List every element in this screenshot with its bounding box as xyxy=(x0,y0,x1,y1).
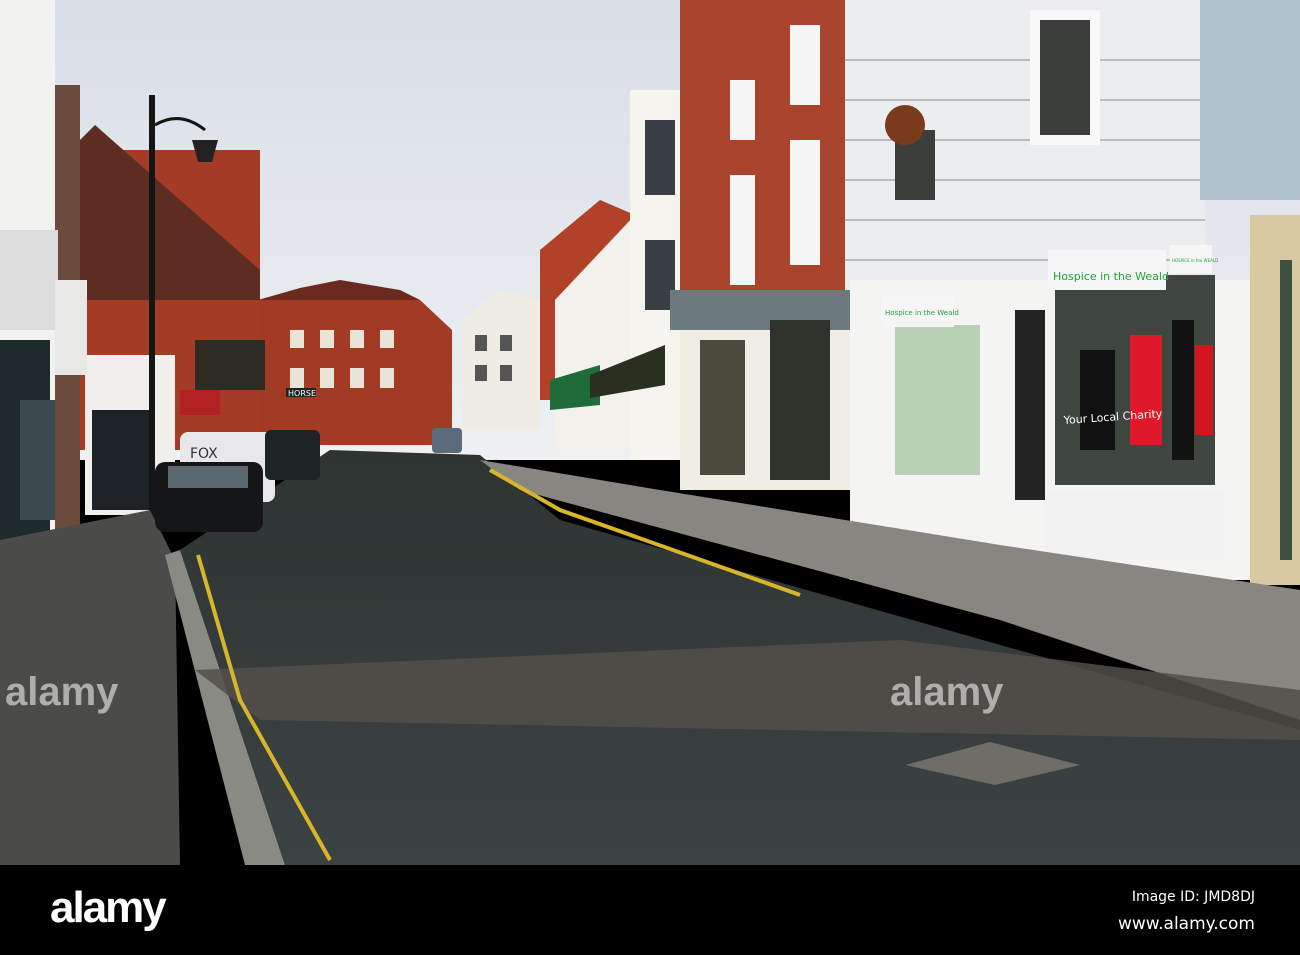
footer-bar: alamy Image ID: JMD8DJ www.alamy.com xyxy=(0,865,1300,955)
distant-pub-building: HORSE xyxy=(258,280,452,445)
street-photo: HORSE Hospice in the Weald HOSPICE in th… xyxy=(0,0,1300,865)
shop-sign-large: Hospice in the Weald xyxy=(1053,270,1169,283)
watermark: alamy xyxy=(5,670,119,714)
shop-logo: HOSPICE in the WEALD xyxy=(1172,258,1218,263)
kettle-sign xyxy=(885,105,925,145)
website-link: www.alamy.com xyxy=(1117,914,1255,934)
shop-sign-small: Hospice in the Weald xyxy=(885,309,959,317)
pub-sign: HORSE xyxy=(288,389,316,398)
alamy-logo: alamy xyxy=(50,883,167,932)
image-id: Image ID: JMD8DJ xyxy=(1131,889,1255,905)
van-text: FOX xyxy=(190,446,218,462)
watermark: alamy xyxy=(890,670,1004,714)
